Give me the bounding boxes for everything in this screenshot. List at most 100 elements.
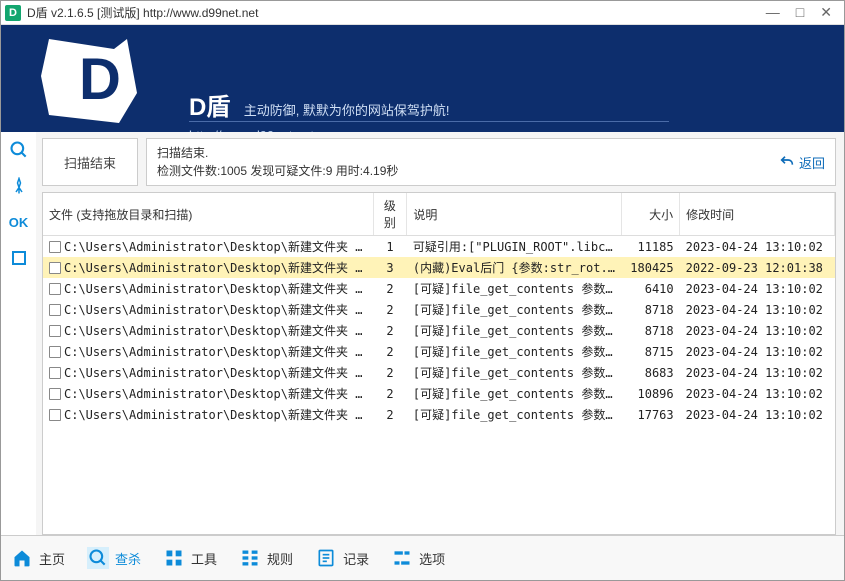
sidetab-box[interactable] [7,246,31,270]
cell-level: 2 [373,383,407,404]
table-row[interactable]: C:\Users\Administrator\Desktop\新建文件夹 (..… [43,236,835,258]
cell-file: C:\Users\Administrator\Desktop\新建文件夹 (..… [43,278,373,299]
result-table-box: 文件 (支持拖放目录和扫描) 级别 说明 大小 修改时间 C:\Users\Ad… [42,192,836,535]
content-area: OK 扫描结束 扫描结束. 检测文件数:1005 发现可疑文件:9 用时:4.1… [1,132,844,535]
file-icon [49,304,61,316]
table-row[interactable]: C:\Users\Administrator\Desktop\新建文件夹 (..… [43,320,835,341]
bottom-nav: 主页 查杀 工具 规则 记录 选项 [1,535,844,580]
cell-mtime: 2023-04-24 13:10:02 [680,404,835,425]
cell-level: 3 [373,257,407,278]
table-row[interactable]: C:\Users\Administrator\Desktop\新建文件夹 (..… [43,341,835,362]
nav-home[interactable]: 主页 [11,547,65,569]
cell-desc: 可疑引用:["PLUGIN_ROOT".libc... [407,236,622,258]
minimize-button[interactable]: — [766,4,780,21]
table-row[interactable]: C:\Users\Administrator\Desktop\新建文件夹 (..… [43,299,835,320]
rules-icon [239,547,261,569]
cell-desc: [可疑]file_get_contents 参数... [407,362,622,383]
cell-level: 2 [373,341,407,362]
cell-size: 8683 [622,362,680,383]
col-level[interactable]: 级别 [373,193,407,236]
nav-options-label: 选项 [419,549,445,568]
svg-text:D: D [79,47,121,112]
main-panel: 扫描结束 扫描结束. 检测文件数:1005 发现可疑文件:9 用时:4.19秒 … [36,132,844,535]
cell-mtime: 2023-04-24 13:10:02 [680,299,835,320]
scan-button[interactable]: 扫描结束 [64,153,116,172]
sidetab-hand[interactable] [7,174,31,198]
status-line1: 扫描结束. [157,144,398,162]
search-icon [87,547,109,569]
cell-desc: (内藏)Eval后门 {参数:str_rot... [407,257,622,278]
cell-desc: [可疑]file_get_contents 参数... [407,404,622,425]
nav-tools[interactable]: 工具 [163,547,217,569]
col-size[interactable]: 大小 [622,193,680,236]
window-title: D盾 v2.1.6.5 [测试版] http://www.d99net.net [27,4,258,21]
home-icon [11,547,33,569]
col-file[interactable]: 文件 (支持拖放目录和扫描) [43,193,373,236]
col-desc[interactable]: 说明 [407,193,622,236]
cell-size: 8718 [622,299,680,320]
col-mtime[interactable]: 修改时间 [680,193,835,236]
cell-level: 2 [373,362,407,383]
banner-logo: D [19,31,169,132]
nav-scan[interactable]: 查杀 [87,547,141,569]
cell-desc: [可疑]file_get_contents 参数... [407,320,622,341]
table-row[interactable]: C:\Users\Administrator\Desktop\新建文件夹 (..… [43,278,835,299]
cell-level: 2 [373,320,407,341]
back-button[interactable]: 返回 [779,153,825,172]
cell-file: C:\Users\Administrator\Desktop\新建文件夹 (..… [43,362,373,383]
cell-mtime: 2023-04-24 13:10:02 [680,362,835,383]
cell-size: 8718 [622,320,680,341]
sidetab-ok[interactable]: OK [7,210,31,234]
close-button[interactable]: ✕ [820,4,832,21]
cell-size: 11185 [622,236,680,258]
tools-icon [163,547,185,569]
nav-rules[interactable]: 规则 [239,547,293,569]
cell-level: 2 [373,278,407,299]
cell-desc: [可疑]file_get_contents 参数... [407,341,622,362]
brand-tagline: 主动防御, 默默为你的网站保驾护航! [244,103,450,118]
table-row[interactable]: C:\Users\Administrator\Desktop\新建文件夹 (..… [43,404,835,425]
file-icon [49,346,61,358]
table-row[interactable]: C:\Users\Administrator\Desktop\新建文件夹 (..… [43,362,835,383]
file-icon [49,388,61,400]
cell-file: C:\Users\Administrator\Desktop\新建文件夹 (..… [43,341,373,362]
back-label: 返回 [799,153,825,172]
cell-file: C:\Users\Administrator\Desktop\新建文件夹 (..… [43,320,373,341]
nav-log-label: 记录 [343,549,369,568]
table-row[interactable]: C:\Users\Administrator\Desktop\新建文件夹 (..… [43,383,835,404]
nav-log[interactable]: 记录 [315,547,369,569]
banner-text: D盾 主动防御, 默默为你的网站保驾护航! [189,87,450,122]
cell-file: C:\Users\Administrator\Desktop\新建文件夹 (..… [43,299,373,320]
cell-level: 1 [373,236,407,258]
cell-mtime: 2023-04-24 13:10:02 [680,341,835,362]
table-row[interactable]: C:\Users\Administrator\Desktop\新建文件夹 (..… [43,257,835,278]
nav-options[interactable]: 选项 [391,547,445,569]
top-row: 扫描结束 扫描结束. 检测文件数:1005 发现可疑文件:9 用时:4.19秒 … [42,138,836,186]
sidetab-search[interactable] [7,138,31,162]
cell-size: 6410 [622,278,680,299]
nav-rules-label: 规则 [267,549,293,568]
file-icon [49,367,61,379]
cell-level: 2 [373,404,407,425]
cell-size: 180425 [622,257,680,278]
cell-file: C:\Users\Administrator\Desktop\新建文件夹 (..… [43,236,373,258]
brand-name: D盾 [189,87,230,122]
cell-desc: [可疑]file_get_contents 参数... [407,278,622,299]
side-tabs: OK [1,132,36,535]
cell-desc: [可疑]file_get_contents 参数... [407,383,622,404]
cell-file: C:\Users\Administrator\Desktop\新建文件夹 (..… [43,257,373,278]
nav-tools-label: 工具 [191,549,217,568]
cell-file: C:\Users\Administrator\Desktop\新建文件夹 (..… [43,404,373,425]
cell-level: 2 [373,299,407,320]
maximize-button[interactable]: □ [796,4,804,21]
status-text: 扫描结束. 检测文件数:1005 发现可疑文件:9 用时:4.19秒 [157,144,398,180]
cell-desc: [可疑]file_get_contents 参数... [407,299,622,320]
cell-mtime: 2023-04-24 13:10:02 [680,383,835,404]
file-icon [49,241,61,253]
banner-url: http://www.d99net.net [189,121,669,132]
nav-home-label: 主页 [39,549,65,568]
file-icon [49,409,61,421]
nav-scan-label: 查杀 [115,549,141,568]
file-icon [49,262,61,274]
banner: D D盾 主动防御, 默默为你的网站保驾护航! http://www.d99ne… [1,25,844,132]
